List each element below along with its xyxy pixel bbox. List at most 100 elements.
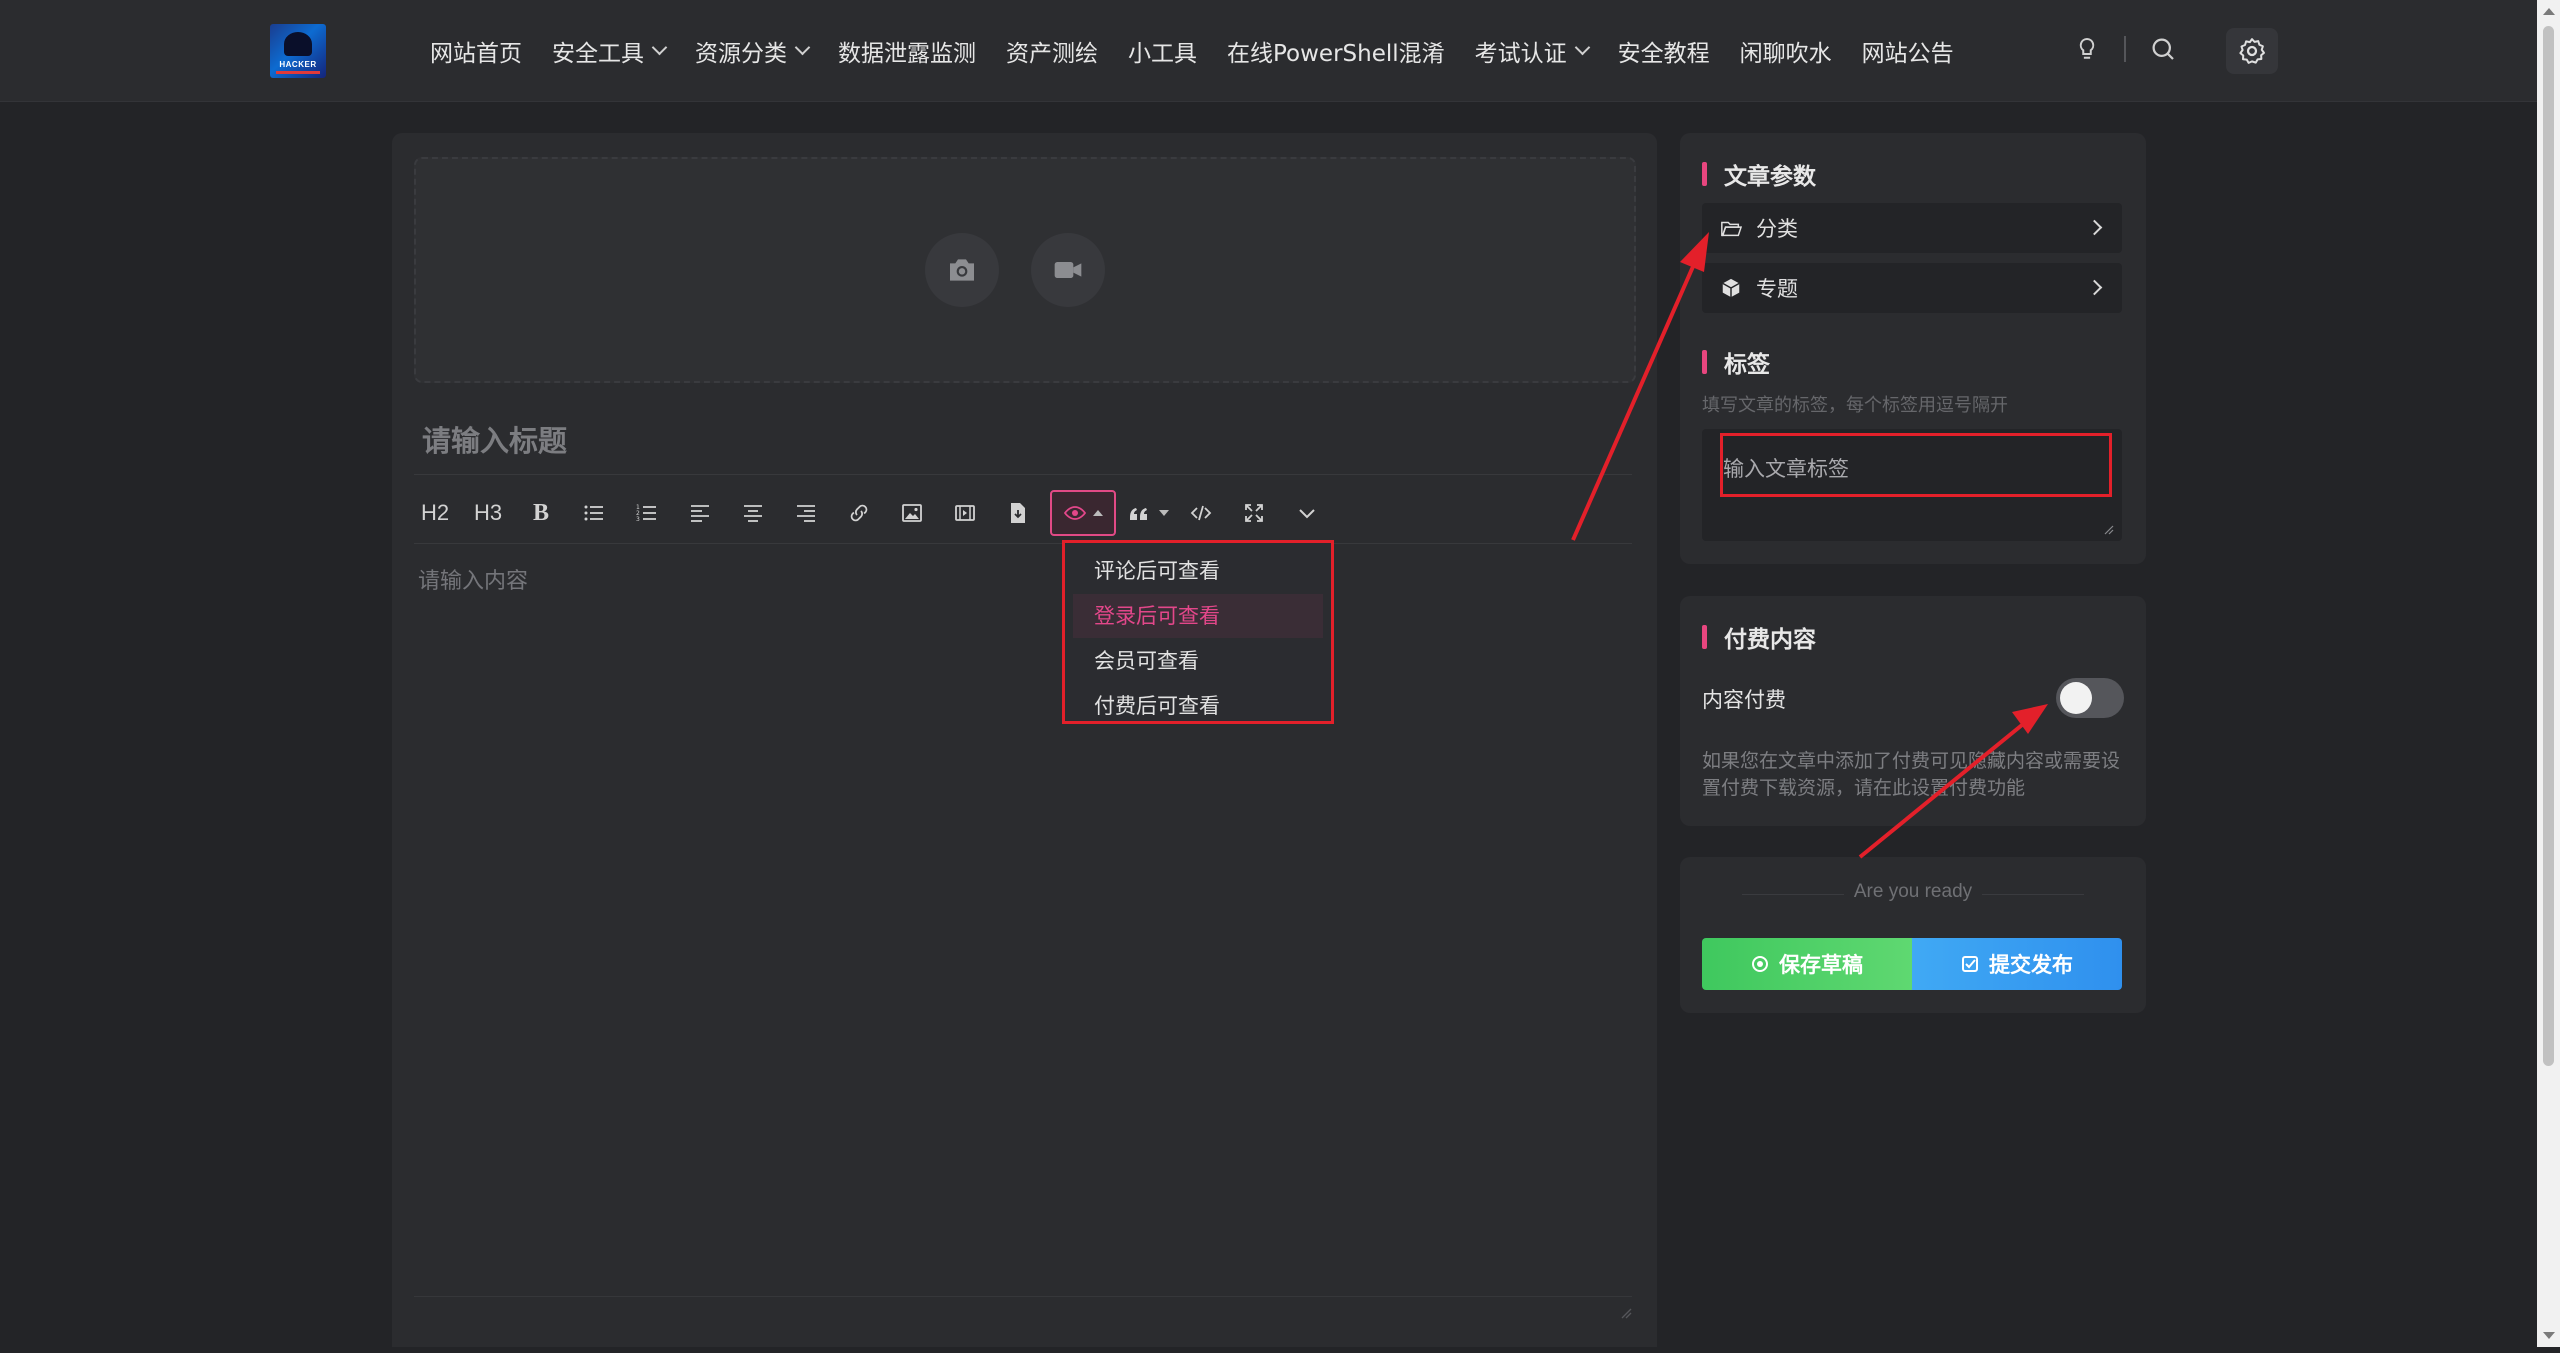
category-label: 分类 <box>1756 217 1798 241</box>
site-logo[interactable]: HACKER <box>270 24 326 78</box>
paid-content-card: 付费内容 内容付费 如果您在文章中添加了付费可见隐藏内容或需要设置付费下载资源，… <box>1680 596 2146 826</box>
insert-file-button[interactable] <box>997 492 1039 534</box>
editor-toolbar: H2 H3 B 1 2 3 <box>414 483 1339 543</box>
post-title-input[interactable] <box>420 415 1624 467</box>
hide-content-button[interactable] <box>1050 490 1116 536</box>
search-icon[interactable] <box>2148 34 2178 64</box>
nav-item-label: 安全工具 <box>552 40 644 67</box>
cube-icon <box>1722 278 1740 298</box>
upload-image-button[interactable] <box>925 233 999 307</box>
nav-item-certification[interactable]: 考试认证 <box>1475 34 1590 68</box>
folder-open-icon <box>1721 221 1742 237</box>
align-left-button[interactable] <box>679 492 721 534</box>
bulleted-list-button[interactable] <box>573 492 615 534</box>
save-draft-button[interactable]: 保存草稿 <box>1702 938 1912 990</box>
tags-input[interactable] <box>1720 433 2112 497</box>
scrollbar-thumb[interactable] <box>2543 26 2554 1066</box>
tags-hint: 填写文章的标签，每个标签用逗号隔开 <box>1702 395 2008 416</box>
bulleted-list-icon <box>584 505 603 521</box>
insert-image-button[interactable] <box>891 492 933 534</box>
align-center-button[interactable] <box>732 492 774 534</box>
hide-option-after-login[interactable]: 登录后可查看 <box>1073 594 1323 638</box>
category-selector[interactable]: 分类 <box>1702 203 2122 253</box>
post-params-card: 文章参数 分类 专题 标签 填写文章的标签，每个标签用逗号隔开 <box>1680 133 2146 564</box>
video-camera-icon <box>1054 262 1082 278</box>
paid-content-toggle[interactable] <box>2056 678 2124 718</box>
nav-item-label: 资源分类 <box>695 40 787 67</box>
nav-item-announcement[interactable]: 网站公告 <box>1862 34 1954 68</box>
cover-upload-area[interactable] <box>414 157 1636 383</box>
top-navbar: HACKER 网站首页 安全工具 资源分类 数据泄露监测 资产测绘 小工具 在线… <box>0 0 2537 102</box>
align-right-button[interactable] <box>785 492 827 534</box>
nav-item-label: 闲聊吹水 <box>1739 40 1832 67</box>
submit-publish-button[interactable]: 提交发布 <box>1912 938 2122 990</box>
section-marker <box>1702 625 1707 649</box>
hide-option-after-comment[interactable]: 评论后可查看 <box>1065 549 1331 593</box>
code-button[interactable] <box>1180 492 1222 534</box>
fullscreen-button[interactable] <box>1233 492 1275 534</box>
nav-item-tools[interactable]: 小工具 <box>1128 34 1197 68</box>
topic-label: 专题 <box>1756 277 1798 301</box>
upload-video-button[interactable] <box>1031 233 1105 307</box>
quote-icon <box>1130 508 1147 520</box>
numbered-list-icon: 1 2 3 <box>636 504 656 523</box>
quote-button[interactable] <box>1127 492 1169 534</box>
align-right-icon <box>797 505 815 522</box>
chevron-down-icon <box>1299 509 1315 519</box>
hide-content-dropdown: 评论后可查看 登录后可查看 会员可查看 付费后可查看 <box>1062 540 1334 724</box>
nav-item-label: 小工具 <box>1128 40 1197 67</box>
chevron-down-icon <box>794 39 811 56</box>
logo-hacker-figure <box>284 32 312 56</box>
settings-button[interactable] <box>2226 28 2278 74</box>
toggle-knob <box>2060 682 2092 714</box>
chevron-down-icon <box>1574 39 1590 56</box>
section-title-text: 付费内容 <box>1724 627 1816 653</box>
nav-item-data-leak[interactable]: 数据泄露监测 <box>838 34 976 68</box>
code-icon <box>1190 505 1212 521</box>
file-download-icon <box>1011 503 1025 523</box>
align-left-icon <box>691 505 709 522</box>
more-tools-button[interactable] <box>1286 492 1328 534</box>
page-scrollbar[interactable] <box>2537 0 2560 1347</box>
nav-item-resources[interactable]: 资源分类 <box>695 34 811 68</box>
hide-option-after-payment[interactable]: 付费后可查看 <box>1065 684 1331 728</box>
chevron-down-icon <box>651 39 668 56</box>
scroll-down-arrow-icon[interactable] <box>2543 1332 2555 1339</box>
nav-item-asset-mapping[interactable]: 资产测绘 <box>1006 34 1098 68</box>
dot-circle-icon <box>1752 956 1768 972</box>
insert-link-button[interactable] <box>838 492 880 534</box>
nav-item-home[interactable]: 网站首页 <box>430 34 522 68</box>
hide-option-members-only[interactable]: 会员可查看 <box>1065 639 1331 683</box>
nav-item-label: 安全教程 <box>1617 40 1710 67</box>
eye-icon <box>1063 506 1087 520</box>
bold-button[interactable]: B <box>520 492 562 534</box>
caret-up-icon <box>1093 510 1103 516</box>
nav-item-chat[interactable]: 闲聊吹水 <box>1740 34 1832 68</box>
toolbar-divider <box>414 474 1632 475</box>
nav-item-powershell[interactable]: 在线PowerShell混淆 <box>1227 34 1445 68</box>
section-title-text: 文章参数 <box>1724 164 1816 190</box>
numbered-list-button[interactable]: 1 2 3 <box>626 492 668 534</box>
lightbulb-icon[interactable] <box>2072 34 2102 64</box>
section-marker <box>1702 350 1707 374</box>
paid-section-title: 付费内容 <box>1702 620 1816 654</box>
film-icon <box>955 505 975 521</box>
resize-grip-icon[interactable] <box>1620 1307 1632 1319</box>
post-content-textarea[interactable] <box>414 553 1640 1353</box>
section-title-text: 标签 <box>1724 352 1770 378</box>
save-draft-label: 保存草稿 <box>1779 953 1863 977</box>
insert-video-button[interactable] <box>944 492 986 534</box>
heading-2-button[interactable]: H2 <box>414 492 456 534</box>
resize-grip-icon[interactable] <box>2104 525 2114 535</box>
paid-toggle-label: 内容付费 <box>1702 688 1786 712</box>
nav-item-tutorials[interactable]: 安全教程 <box>1618 34 1710 68</box>
heading-3-button[interactable]: H3 <box>467 492 509 534</box>
tags-textarea-wrapper <box>1702 429 2122 541</box>
topic-selector[interactable]: 专题 <box>1702 263 2122 313</box>
scroll-up-arrow-icon[interactable] <box>2543 8 2555 15</box>
chevron-right-icon <box>2086 279 2103 296</box>
svg-text:3: 3 <box>636 516 640 523</box>
nav-item-security-tools[interactable]: 安全工具 <box>552 34 668 68</box>
submit-publish-label: 提交发布 <box>1989 953 2073 977</box>
toolbar-divider <box>414 543 1632 544</box>
